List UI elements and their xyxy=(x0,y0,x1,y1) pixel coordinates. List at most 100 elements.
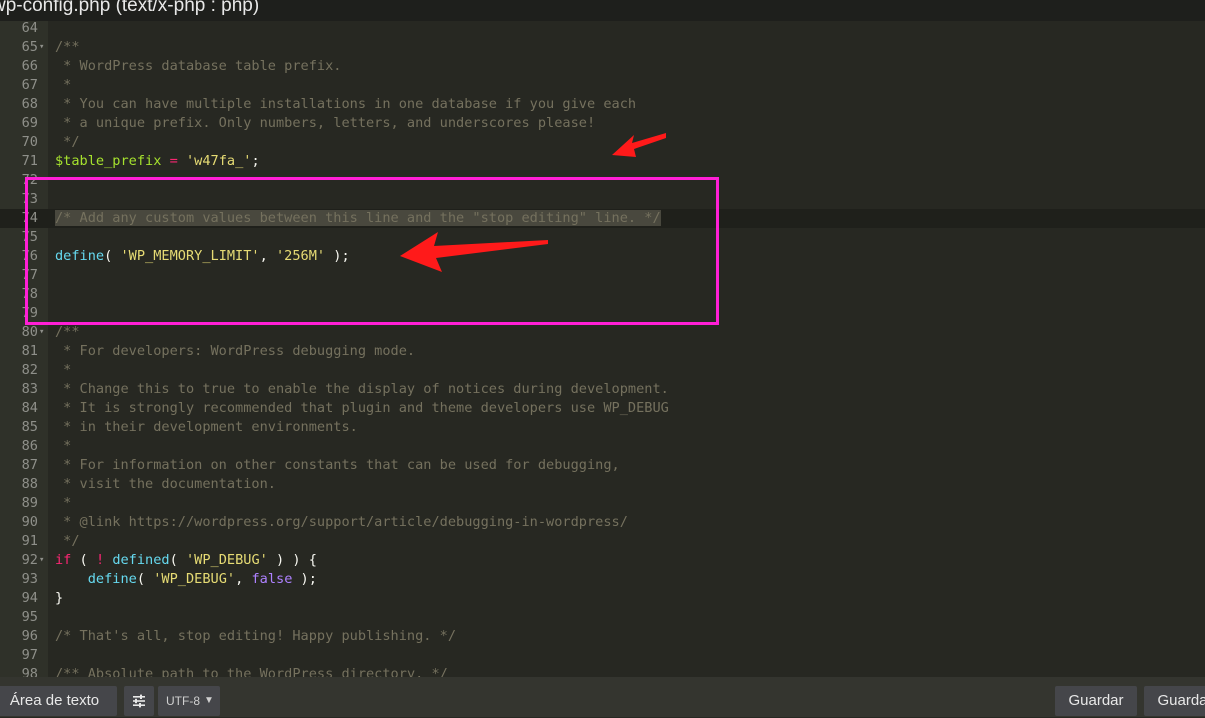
code-line[interactable]: 89 * xyxy=(0,494,1205,513)
code-text: * a unique prefix. Only numbers, letters… xyxy=(55,114,595,133)
chevron-down-icon: ▼ xyxy=(204,695,214,706)
code-line[interactable]: 71 $table_prefix = 'w47fa_'; xyxy=(0,152,1205,171)
code-text: } xyxy=(55,589,63,608)
line-number: 86 xyxy=(21,438,38,454)
code-token: define xyxy=(87,571,137,587)
code-token: * Change this to true to enable the disp… xyxy=(55,381,669,397)
code-token: /** xyxy=(55,39,80,55)
annotation-highlight-box xyxy=(25,177,719,325)
code-line[interactable]: 95 xyxy=(0,608,1205,627)
code-token: false xyxy=(251,571,293,587)
fold-toggle-icon[interactable]: ▾ xyxy=(39,323,47,342)
code-token: if xyxy=(55,552,72,568)
code-line[interactable]: 90 * @link https://wordpress.org/support… xyxy=(0,513,1205,532)
line-number: 80 xyxy=(21,324,38,340)
line-number: 89 xyxy=(21,495,38,511)
code-line[interactable]: 84 * It is strongly recommended that plu… xyxy=(0,399,1205,418)
save-close-button[interactable]: Guardar xyxy=(1144,686,1205,716)
code-text: * visit the documentation. xyxy=(55,475,276,494)
code-token: * xyxy=(55,438,72,454)
sliders-icon[interactable] xyxy=(124,686,154,716)
encoding-value: UTF-8 xyxy=(166,694,200,708)
line-number: 71 xyxy=(21,153,38,169)
code-token: ( xyxy=(136,571,154,587)
code-token: * WordPress database table prefix. xyxy=(55,58,342,74)
code-line[interactable]: 69 * a unique prefix. Only numbers, lett… xyxy=(0,114,1205,133)
code-line[interactable]: 98 /** Absolute path to the WordPress dir… xyxy=(0,665,1205,677)
line-number: 85 xyxy=(21,419,38,435)
line-number: 95 xyxy=(21,609,38,625)
code-token: 'w47fa_' xyxy=(185,153,252,169)
encoding-select[interactable]: UTF-8 ▼ xyxy=(158,686,220,716)
code-text: */ xyxy=(55,133,80,152)
code-line[interactable]: 70 */ xyxy=(0,133,1205,152)
code-token: defined xyxy=(112,552,170,568)
save-button[interactable]: Guardar xyxy=(1055,686,1137,716)
code-text: * in their development environments. xyxy=(55,418,358,437)
line-number: 68 xyxy=(21,96,38,112)
line-number: 88 xyxy=(21,476,38,492)
line-number: 87 xyxy=(21,457,38,473)
code-text: * For information on other constants tha… xyxy=(55,456,620,475)
code-token: * visit the documentation. xyxy=(55,476,276,492)
code-line[interactable]: 97 xyxy=(0,646,1205,665)
code-text: * @link https://wordpress.org/support/ar… xyxy=(55,513,628,532)
code-line[interactable]: 82 * xyxy=(0,361,1205,380)
fold-toggle-icon[interactable]: ▾ xyxy=(39,38,47,57)
code-line[interactable]: 88 * visit the documentation. xyxy=(0,475,1205,494)
line-number: 67 xyxy=(21,77,38,93)
code-line[interactable]: 64 xyxy=(0,21,1205,38)
code-token: = xyxy=(169,153,178,169)
code-line[interactable]: 92 ▾ if ( ! defined( 'WP_DEBUG' ) ) { xyxy=(0,551,1205,570)
code-line[interactable]: 91 */ xyxy=(0,532,1205,551)
code-text: * You can have multiple installations in… xyxy=(55,95,636,114)
status-bar: Área de texto UTF-8 ▼ Guardar Guardar xyxy=(0,677,1205,717)
code-line[interactable]: 68 * You can have multiple installations… xyxy=(0,95,1205,114)
code-line[interactable]: 81 * For developers: WordPress debugging… xyxy=(0,342,1205,361)
line-number: 82 xyxy=(21,362,38,378)
file-title: wp-config.php (text/x-php : php) xyxy=(0,0,260,16)
code-line[interactable]: 94} xyxy=(0,589,1205,608)
code-token: $table_prefix xyxy=(55,153,162,169)
line-number: 97 xyxy=(21,647,38,663)
code-text: define( 'WP_DEBUG', false ); xyxy=(55,570,317,589)
code-token: * @link https://wordpress.org/support/ar… xyxy=(55,514,628,530)
code-line[interactable]: 80 ▾ /** xyxy=(0,323,1205,342)
code-text: * WordPress database table prefix. xyxy=(55,57,341,76)
line-number: 84 xyxy=(21,400,38,416)
line-number: 65 xyxy=(21,39,38,55)
line-number: 83 xyxy=(21,381,38,397)
code-token: 'WP_DEBUG' xyxy=(153,571,236,587)
textarea-mode-button[interactable]: Área de texto xyxy=(0,686,117,716)
code-token: * xyxy=(55,362,72,378)
line-number: 81 xyxy=(21,343,38,359)
code-editor[interactable]: 64 65 ▾/** 66 * WordPress database table pr… xyxy=(0,21,1205,677)
code-token: * in their development environments. xyxy=(55,419,358,435)
code-line[interactable]: 65 ▾ /** xyxy=(0,38,1205,57)
code-line[interactable]: 96 /* That's all, stop editing! Happy pub… xyxy=(0,627,1205,646)
code-token: * xyxy=(55,495,72,511)
code-line[interactable]: 83 * Change this to true to enable the d… xyxy=(0,380,1205,399)
code-line[interactable]: 87 * For information on other constants … xyxy=(0,456,1205,475)
code-text: /* That's all, stop editing! Happy publi… xyxy=(55,627,456,646)
code-line[interactable]: 85 * in their development environments. xyxy=(0,418,1205,437)
line-number: 96 xyxy=(21,628,38,644)
code-text: $table_prefix = 'w47fa_'; xyxy=(55,152,260,171)
code-token: ) ) { xyxy=(267,552,317,568)
code-line[interactable]: 66 * WordPress database table prefix. xyxy=(0,57,1205,76)
line-number: 69 xyxy=(21,115,38,131)
code-text: /** xyxy=(55,38,80,57)
code-token: */ xyxy=(55,134,80,150)
code-token: * For information on other constants tha… xyxy=(55,457,620,473)
code-line[interactable]: 93 define( 'WP_DEBUG', false ); xyxy=(0,570,1205,589)
code-token: * For developers: WordPress debugging mo… xyxy=(55,343,416,359)
code-text: * Change this to true to enable the disp… xyxy=(55,380,669,399)
code-text: * xyxy=(55,76,71,95)
code-line[interactable]: 67 * xyxy=(0,76,1205,95)
fold-toggle-icon[interactable]: ▾ xyxy=(39,551,47,570)
line-number: 98 xyxy=(21,666,38,677)
code-line[interactable]: 86 * xyxy=(0,437,1205,456)
line-number: 92 xyxy=(21,552,38,568)
